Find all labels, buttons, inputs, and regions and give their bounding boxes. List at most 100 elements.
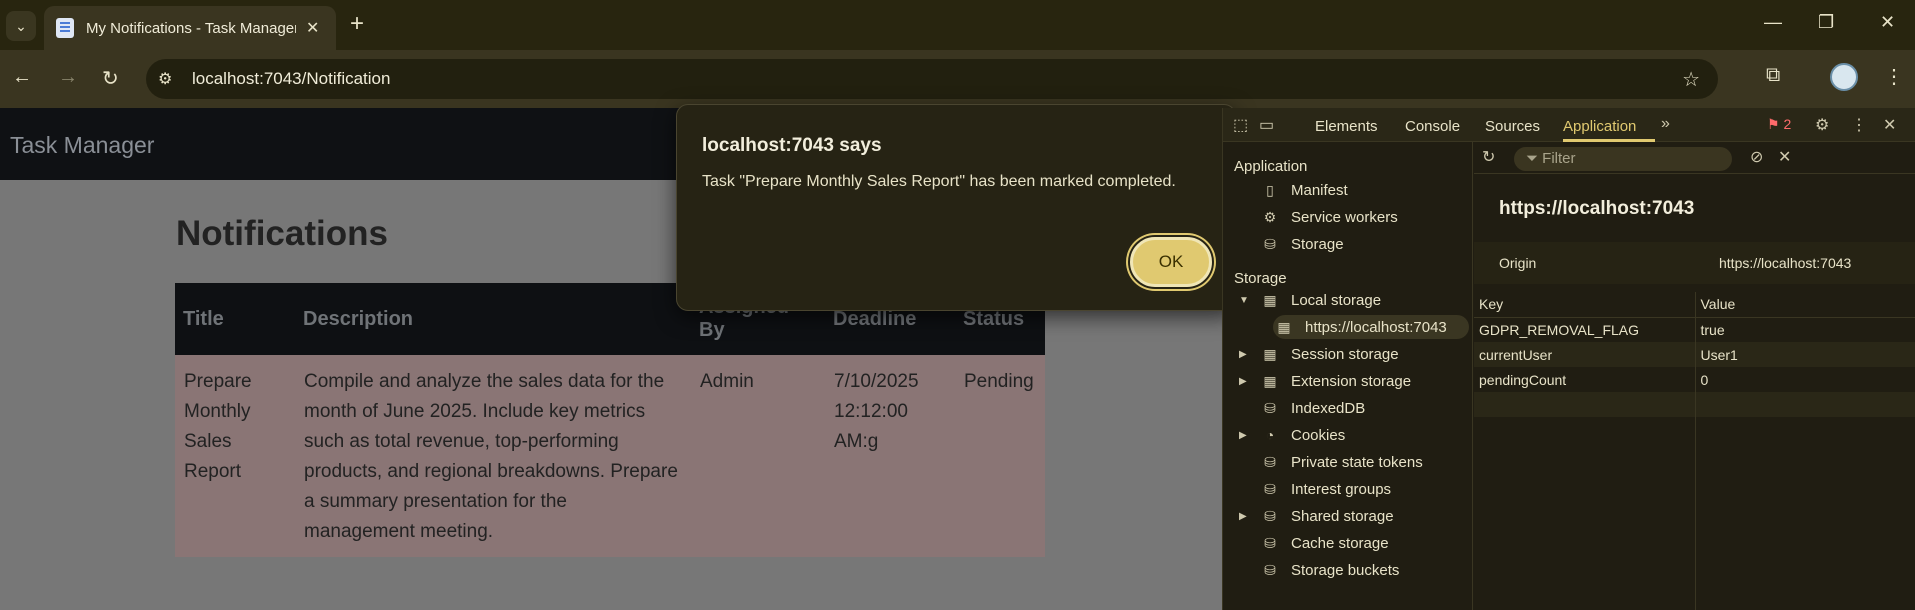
table-row: Prepare Monthly Sales Report Compile and… xyxy=(175,355,1045,557)
tab-sources[interactable]: Sources xyxy=(1485,118,1540,135)
chevron-down-icon: ⌄ xyxy=(15,17,27,34)
tab-application[interactable]: Application xyxy=(1563,118,1636,135)
sidebar-item-manifest[interactable]: ▯ Manifest xyxy=(1259,178,1469,202)
sidebar-item-service-workers[interactable]: ⚙ Service workers xyxy=(1259,205,1469,229)
sidebar-item-label: Extension storage xyxy=(1291,372,1412,390)
device-toolbar-icon[interactable]: ▭ xyxy=(1259,115,1274,135)
devtools-menu-icon[interactable]: ⋮ xyxy=(1851,115,1867,135)
kv-value[interactable]: 0 xyxy=(1695,367,1915,392)
dialog-title: localhost:7043 says xyxy=(702,135,882,156)
sidebar-item-storage[interactable]: ⛁ Storage xyxy=(1259,232,1469,256)
storage-main-panel: ↻ ⏷ Filter ⊘ ✕ https://localhost:7043 Or… xyxy=(1474,142,1915,610)
clear-all-icon[interactable]: ⊘ xyxy=(1750,147,1763,167)
column-header-value[interactable]: Value xyxy=(1695,292,1915,318)
kv-value[interactable]: User1 xyxy=(1695,342,1915,367)
sidebar-item-private-state-tokens[interactable]: ⛁ Private state tokens xyxy=(1259,450,1469,474)
cell-description: Compile and analyze the sales data for t… xyxy=(295,355,691,557)
refresh-icon[interactable]: ↻ xyxy=(1482,147,1495,167)
cell-status: Pending xyxy=(955,355,1045,557)
database-icon: ⛁ xyxy=(1264,561,1276,578)
address-bar[interactable]: ⚙ localhost:7043/Notification ☆ xyxy=(146,59,1718,99)
sidebar-item-interest-groups[interactable]: ⛁ Interest groups xyxy=(1259,477,1469,501)
gears-icon: ⚙ xyxy=(1263,208,1277,225)
origin-value: https://localhost:7043 xyxy=(1719,255,1852,271)
table-row[interactable]: pendingCount 0 xyxy=(1474,367,1915,392)
minimize-button[interactable]: — xyxy=(1764,12,1782,33)
forward-button[interactable]: → xyxy=(58,66,78,89)
sidebar-item-extension-storage[interactable]: ▶ ▦ Extension storage xyxy=(1239,369,1469,393)
collapsed-arrow-icon[interactable]: ▶ xyxy=(1239,349,1247,360)
origin-heading: https://localhost:7043 xyxy=(1499,198,1695,219)
new-tab-button[interactable]: + xyxy=(350,10,364,38)
expanded-arrow-icon[interactable]: ▼ xyxy=(1239,295,1249,306)
cookie-icon: ◔ xyxy=(1265,427,1275,443)
table-row[interactable]: currentUser User1 xyxy=(1474,342,1915,367)
sidebar-item-cookies[interactable]: ▶ ◔ Cookies xyxy=(1239,423,1469,447)
tab-console[interactable]: Console xyxy=(1405,118,1460,135)
devtools-panel: ⬚ ▭ Elements Console Sources Application… xyxy=(1222,108,1915,610)
cell-assigned-by: Admin xyxy=(691,355,825,557)
sidebar-item-storage-buckets[interactable]: ⛁ Storage buckets xyxy=(1259,558,1469,582)
sidebar-item-label: IndexedDB xyxy=(1291,399,1366,417)
database-icon: ⛁ xyxy=(1264,480,1276,497)
browser-tab[interactable]: My Notifications - Task Manager ✕ xyxy=(44,6,336,50)
bookmark-star-icon[interactable]: ☆ xyxy=(1682,67,1700,92)
kv-value-empty xyxy=(1695,392,1915,417)
sidebar-item-session-storage[interactable]: ▶ ▦ Session storage xyxy=(1239,342,1469,366)
restore-button[interactable]: ❐ xyxy=(1818,12,1834,33)
settings-gear-icon[interactable]: ⚙ xyxy=(1815,115,1829,135)
sidebar-item-label: Cache storage xyxy=(1291,534,1389,552)
sidebar-item-local-origin[interactable]: ▦ https://localhost:7043 xyxy=(1273,315,1469,339)
sidebar-item-label: Manifest xyxy=(1291,181,1348,199)
tab-close-icon[interactable]: ✕ xyxy=(306,18,319,38)
site-info-icon[interactable]: ⚙ xyxy=(158,69,172,89)
menu-kebab-icon[interactable]: ⋮ xyxy=(1884,64,1904,89)
kv-value[interactable]: true xyxy=(1695,317,1915,342)
delete-selected-icon[interactable]: ✕ xyxy=(1778,147,1791,167)
ok-button[interactable]: OK xyxy=(1130,237,1212,287)
alert-dialog: localhost:7043 says Task "Prepare Monthl… xyxy=(676,104,1236,311)
back-button[interactable]: ← xyxy=(12,66,32,89)
sidebar-header-application: Application xyxy=(1234,158,1308,175)
sidebar-item-label: Storage buckets xyxy=(1291,561,1400,579)
database-icon: ⛁ xyxy=(1264,399,1276,416)
error-badge[interactable]: ⚑ 2 xyxy=(1767,116,1791,133)
kv-key[interactable]: GDPR_REMOVAL_FLAG xyxy=(1474,317,1696,342)
column-header-key[interactable]: Key xyxy=(1474,292,1696,318)
tab-elements[interactable]: Elements xyxy=(1315,118,1378,135)
table-icon: ▦ xyxy=(1277,318,1291,335)
app-brand[interactable]: Task Manager xyxy=(10,132,154,159)
kv-key[interactable]: currentUser xyxy=(1474,342,1696,367)
sidebar-item-label: Session storage xyxy=(1291,345,1399,363)
collapsed-arrow-icon[interactable]: ▶ xyxy=(1239,511,1247,522)
url-text[interactable]: localhost:7043/Notification xyxy=(192,69,390,89)
sidebar-item-indexeddb[interactable]: ⛁ IndexedDB xyxy=(1259,396,1469,420)
tab-search-button[interactable]: ⌄ xyxy=(6,11,36,41)
sidebar-item-label: Local storage xyxy=(1291,291,1382,309)
collapsed-arrow-icon[interactable]: ▶ xyxy=(1239,430,1247,441)
inspect-element-icon[interactable]: ⬚ xyxy=(1233,115,1248,135)
database-icon: ⛁ xyxy=(1264,534,1276,551)
sidebar-item-label: Storage xyxy=(1291,235,1344,253)
sidebar-item-cache-storage[interactable]: ⛁ Cache storage xyxy=(1259,531,1469,555)
page-title: Notifications xyxy=(176,214,388,253)
close-window-button[interactable]: ✕ xyxy=(1880,12,1895,33)
sidebar-item-label: https://localhost:7043 xyxy=(1305,318,1447,336)
reload-button[interactable]: ↻ xyxy=(102,66,119,91)
sidebar-item-shared-storage[interactable]: ▶ ⛁ Shared storage xyxy=(1239,504,1469,528)
collapsed-arrow-icon[interactable]: ▶ xyxy=(1239,376,1247,387)
sidebar-item-local-storage[interactable]: ▼ ▦ Local storage xyxy=(1239,288,1469,312)
kv-key-empty xyxy=(1474,392,1696,417)
devtools-close-icon[interactable]: ✕ xyxy=(1883,115,1896,135)
filter-input[interactable]: ⏷ Filter xyxy=(1514,147,1732,171)
profile-avatar[interactable] xyxy=(1830,63,1858,91)
column-header-title: Title xyxy=(175,283,295,355)
kv-key[interactable]: pendingCount xyxy=(1474,367,1696,392)
extensions-icon[interactable]: ⧉ xyxy=(1766,64,1780,87)
tab-title: My Notifications - Task Manager xyxy=(86,19,296,37)
table-icon: ▦ xyxy=(1263,291,1277,308)
table-row[interactable]: GDPR_REMOVAL_FLAG true xyxy=(1474,317,1915,342)
sidebar-header-storage: Storage xyxy=(1234,270,1287,287)
more-tabs-icon[interactable]: » xyxy=(1661,115,1670,133)
filter-placeholder: Filter xyxy=(1542,150,1576,167)
